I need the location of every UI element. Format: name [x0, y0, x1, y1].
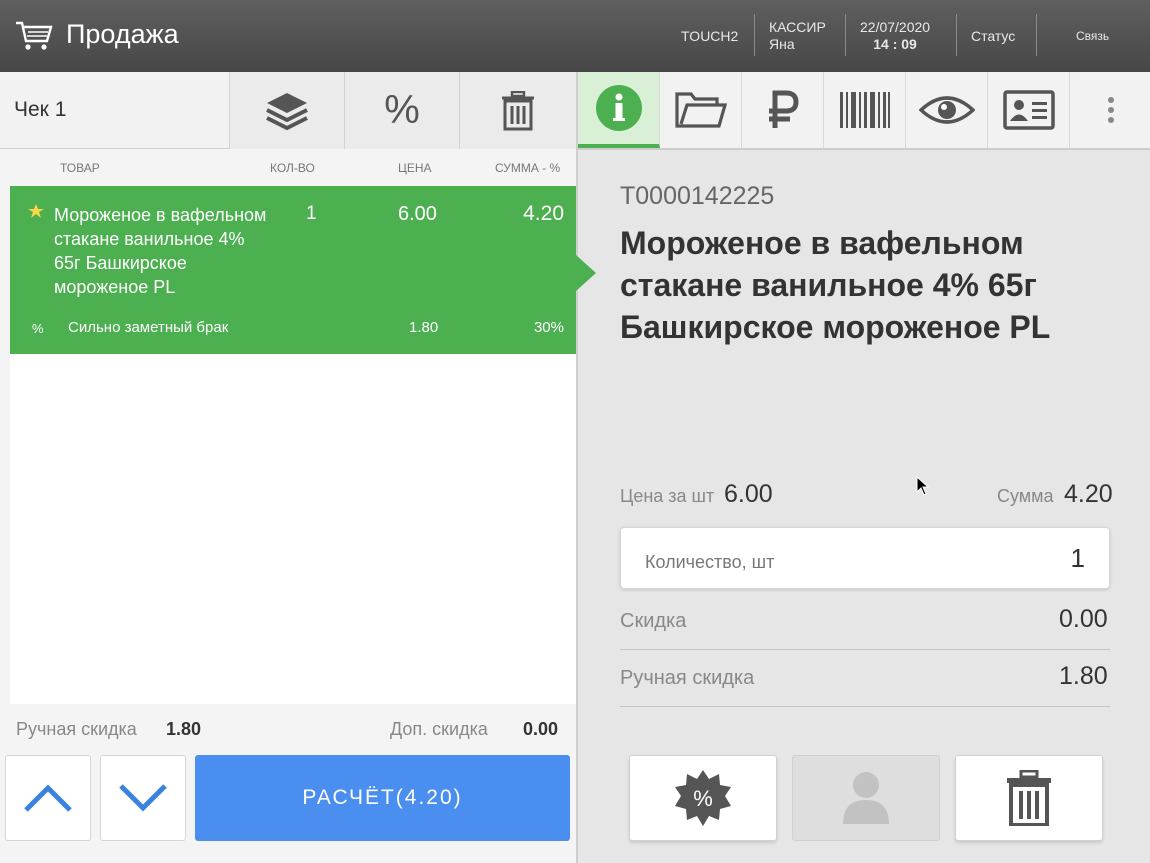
star-icon [28, 204, 44, 218]
cashier-name: Яна [769, 36, 795, 52]
tab-view[interactable] [906, 72, 988, 148]
quantity-label: Количество, шт [645, 552, 775, 572]
trash-icon [1007, 770, 1051, 826]
terminal-name: TOUCH2 [681, 27, 739, 44]
manual-discount-label: Ручная скидка [620, 667, 755, 689]
product-tabs [578, 72, 1150, 150]
item-sum: 4.20 [523, 202, 564, 225]
product-code: T0000142225 [620, 182, 775, 210]
barcode-icon [839, 92, 890, 128]
chevron-up-icon [24, 784, 72, 812]
svg-text:%: % [693, 786, 713, 811]
more-vertical-icon [1108, 97, 1114, 123]
divider [620, 706, 1110, 707]
delete-item-button[interactable] [955, 755, 1103, 841]
delete-receipt-button[interactable] [459, 72, 576, 149]
extra-discount-value: 0.00 [523, 719, 559, 739]
customer-button[interactable] [792, 755, 940, 841]
sum-value: 4.20 [1064, 480, 1113, 508]
price-label: Цена за шт [620, 486, 715, 506]
item-discount-symbol: % [32, 321, 44, 336]
user-icon [843, 772, 889, 824]
item-discount-name: Сильно заметный брак [68, 319, 229, 336]
manual-discount-value: 1.80 [1059, 662, 1108, 690]
info-icon [595, 85, 642, 131]
quantity-value: 1 [1070, 543, 1085, 573]
mouse-cursor [916, 476, 930, 496]
chevron-down-icon [119, 784, 167, 812]
status-button[interactable]: Статус [971, 0, 1015, 72]
folder-icon [674, 92, 727, 128]
top-bar: Продажа TOUCH2 КАССИР Яна 22/07/2020 14 … [0, 0, 1150, 72]
trash-icon [502, 90, 534, 130]
receipt-header: Чек 1 % [0, 72, 576, 149]
receipt-title: Чек 1 [14, 98, 67, 121]
item-name: Мороженое в вафельном стакане ванильное … [54, 205, 267, 297]
app-title: Продажа [66, 19, 179, 49]
tab-folder[interactable] [660, 72, 742, 148]
col-item: ТОВАР [60, 161, 100, 175]
item-price: 6.00 [398, 203, 437, 225]
tab-price[interactable] [742, 72, 824, 148]
connection-button[interactable]: Связь [1076, 0, 1109, 72]
layers-icon [266, 92, 308, 130]
tab-info[interactable] [578, 72, 660, 148]
cart-icon [16, 21, 53, 50]
date: 22/07/2020 [860, 19, 931, 35]
id-card-icon [1002, 90, 1055, 130]
divider [620, 649, 1110, 650]
discount-button[interactable]: % [344, 72, 459, 149]
product-name: Мороженое в вафельном стакане ванильное … [620, 225, 1051, 345]
receipt-columns: ТОВАР КОЛ-ВО ЦЕНА СУММА - % [0, 150, 576, 186]
discount-value: 0.00 [1059, 605, 1108, 633]
selection-pointer [576, 255, 596, 291]
receipt-panel: Чек 1 % ТОВАР КОЛ-ВО ЦЕНА СУММА - % Моро… [0, 72, 576, 863]
discount-badge-icon: % [675, 770, 731, 826]
discount-label: Скидка [620, 610, 687, 632]
quantity-field[interactable]: Количество, шт 1 [620, 527, 1110, 589]
item-discount-percent: 30% [533, 319, 564, 336]
scroll-down-button[interactable] [100, 755, 186, 841]
tab-barcode[interactable] [824, 72, 906, 148]
eye-icon [918, 96, 975, 124]
price-value: 6.00 [724, 480, 773, 508]
col-qty: КОЛ-ВО [270, 161, 315, 175]
time: 14 : 09 [873, 36, 917, 52]
cashier-info: КАССИР Яна [769, 0, 826, 72]
col-sum: СУММА - % [495, 161, 561, 175]
tab-card[interactable] [988, 72, 1070, 148]
ruble-icon [768, 90, 799, 128]
col-price: ЦЕНА [398, 161, 432, 175]
extra-discount-label: Доп. скидка [390, 719, 488, 739]
sum-label: Сумма [997, 486, 1054, 506]
item-discount-value: 1.80 [409, 319, 439, 336]
datetime: 22/07/2020 14 : 09 [860, 0, 930, 72]
pay-button[interactable]: РАСЧЁТ(4.20) [195, 755, 570, 841]
item-qty: 1 [306, 203, 317, 224]
cashier-label: КАССИР [769, 19, 826, 35]
manual-discount-label: Ручная скидка [16, 719, 137, 739]
more-button[interactable] [1070, 72, 1150, 148]
receipt-row[interactable]: Мороженое в вафельном стакане ванильное … [10, 186, 576, 354]
layers-button[interactable] [229, 72, 344, 149]
receipt-discounts: Ручная скидка 1.80 Доп. скидка 0.00 [0, 704, 576, 754]
scroll-up-button[interactable] [5, 755, 91, 841]
apply-discount-button[interactable]: % [629, 755, 777, 841]
product-panel: T0000142225 Мороженое в вафельном стакан… [576, 72, 1150, 863]
receipt-list[interactable]: Мороженое в вафельном стакане ванильное … [10, 186, 576, 704]
percent-icon: % [384, 88, 420, 132]
manual-discount-value: 1.80 [166, 719, 202, 739]
